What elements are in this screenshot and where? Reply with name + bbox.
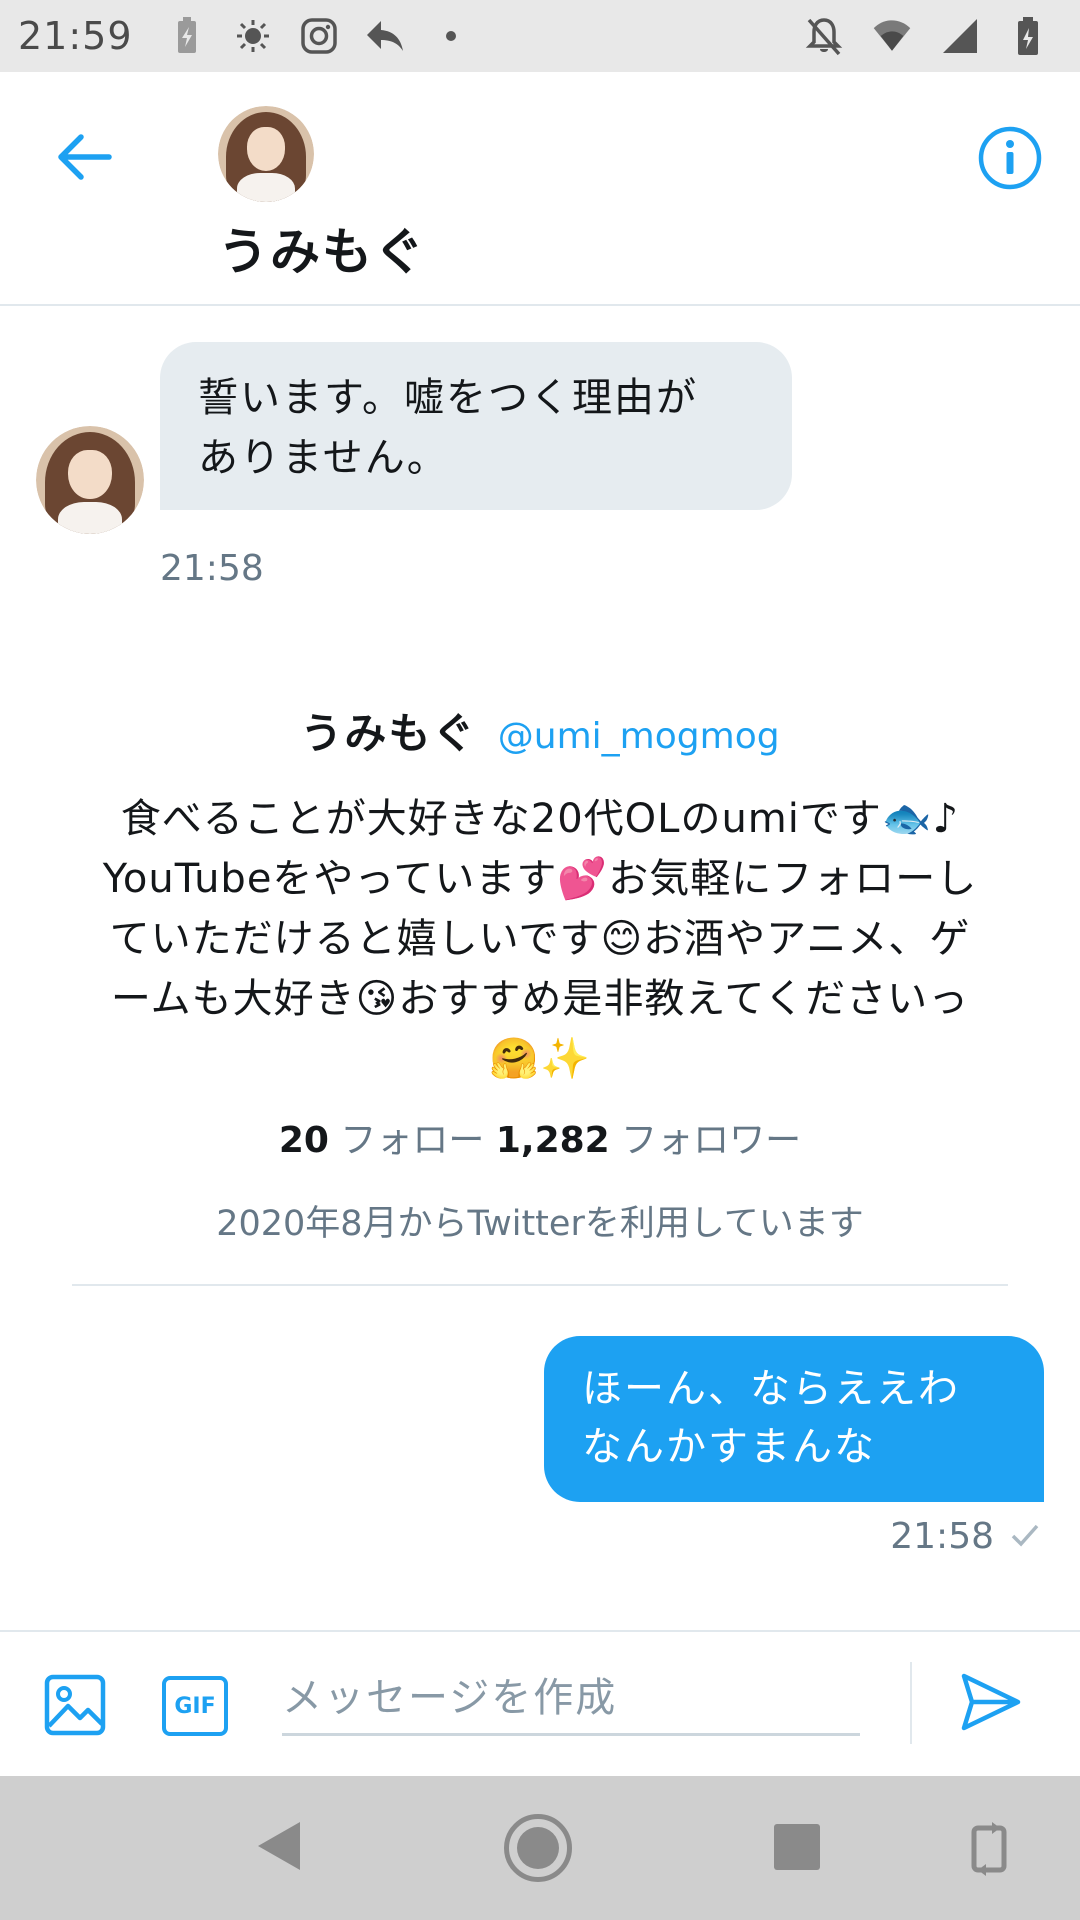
status-time: 21:59 [18, 14, 133, 58]
brightness-icon [233, 16, 273, 56]
gif-label: GIF [174, 1693, 216, 1719]
divider [72, 1284, 1008, 1286]
info-icon [978, 126, 1042, 190]
incoming-message-bubble[interactable]: 誓います。嘘をつく理由が ありません。 [160, 342, 792, 510]
nav-back-button[interactable] [256, 1820, 302, 1876]
profile-stats: 20 フォロー 1,282 フォロワー [60, 1111, 1020, 1163]
contact-avatar[interactable] [218, 106, 314, 202]
following-label[interactable]: フォロー [340, 1120, 484, 1161]
followers-label[interactable]: フォロワー [621, 1120, 801, 1161]
gif-button[interactable]: GIF [162, 1676, 228, 1736]
sent-check-icon [1010, 1516, 1040, 1557]
contact-name[interactable]: うみもぐ [218, 212, 426, 284]
composer-separator [910, 1662, 912, 1744]
send-icon [961, 1673, 1021, 1731]
back-button[interactable] [50, 122, 120, 192]
battery-icon [1008, 16, 1048, 56]
instagram-icon [299, 16, 339, 56]
image-icon [44, 1674, 106, 1736]
profile-handle[interactable]: @umi_mogmog [498, 716, 780, 757]
status-bar: 21:59 [0, 0, 1080, 72]
incoming-message-time: 21:58 [160, 548, 264, 589]
message-text-line: ほーん、ならええわ [582, 1366, 960, 1412]
profile-card[interactable]: うみもぐ @umi_mogmog 食べることが大好きな20代OLのumiです🐟♪… [60, 700, 1020, 1246]
rotate-button[interactable] [966, 1820, 1012, 1882]
bio-line: ていただけると嬉しいです😊お酒やアニメ、ゲ [109, 916, 971, 962]
battery-saver-icon [167, 16, 207, 56]
info-button[interactable] [976, 124, 1044, 192]
system-navigation-bar [0, 1776, 1080, 1920]
nav-recents-button[interactable] [774, 1824, 820, 1870]
message-input[interactable] [282, 1662, 860, 1736]
notifications-off-icon [804, 16, 844, 56]
bio-line: 食べることが大好きな20代OLのumiです🐟♪ [120, 796, 960, 842]
sender-avatar[interactable] [36, 426, 144, 534]
bio-line: 🤗✨ [489, 1036, 591, 1082]
message-text-line: 誓います。嘘をつく理由が [198, 375, 698, 421]
cellular-signal-icon [940, 16, 980, 56]
arrow-left-icon [58, 134, 112, 180]
nav-home-button[interactable] [504, 1814, 572, 1882]
wifi-icon [872, 16, 912, 56]
following-count[interactable]: 20 [279, 1120, 329, 1161]
message-text-line: なんかすまんな [582, 1424, 876, 1470]
reply-icon [365, 16, 405, 56]
profile-bio: 食べることが大好きな20代OLのumiです🐟♪ YouTubeをやっています💕お… [60, 789, 1020, 1089]
message-text-line: ありません。 [198, 435, 449, 481]
joined-date: 2020年8月からTwitterを利用しています [216, 1204, 864, 1244]
rotate-icon [971, 1822, 1007, 1876]
send-button[interactable] [960, 1672, 1030, 1738]
profile-name: うみもぐ [300, 709, 477, 758]
outgoing-message-time: 21:58 [890, 1516, 994, 1557]
add-image-button[interactable] [44, 1674, 106, 1736]
bio-line: ームも大好き😘おすすめ是非教えてくださいっ [110, 976, 970, 1022]
nav-back-icon [258, 1822, 300, 1870]
outgoing-message-bubble[interactable]: ほーん、ならええわ なんかすまんな [544, 1336, 1044, 1502]
nav-home-icon [517, 1827, 559, 1869]
outgoing-message-meta: 21:58 [890, 1516, 1040, 1557]
bio-line: YouTubeをやっています💕お気軽にフォローし [102, 856, 978, 902]
followers-count[interactable]: 1,282 [496, 1120, 610, 1161]
dot-icon [431, 16, 471, 56]
conversation-header: うみもぐ [0, 72, 1080, 306]
message-composer: GIF [0, 1630, 1080, 1776]
